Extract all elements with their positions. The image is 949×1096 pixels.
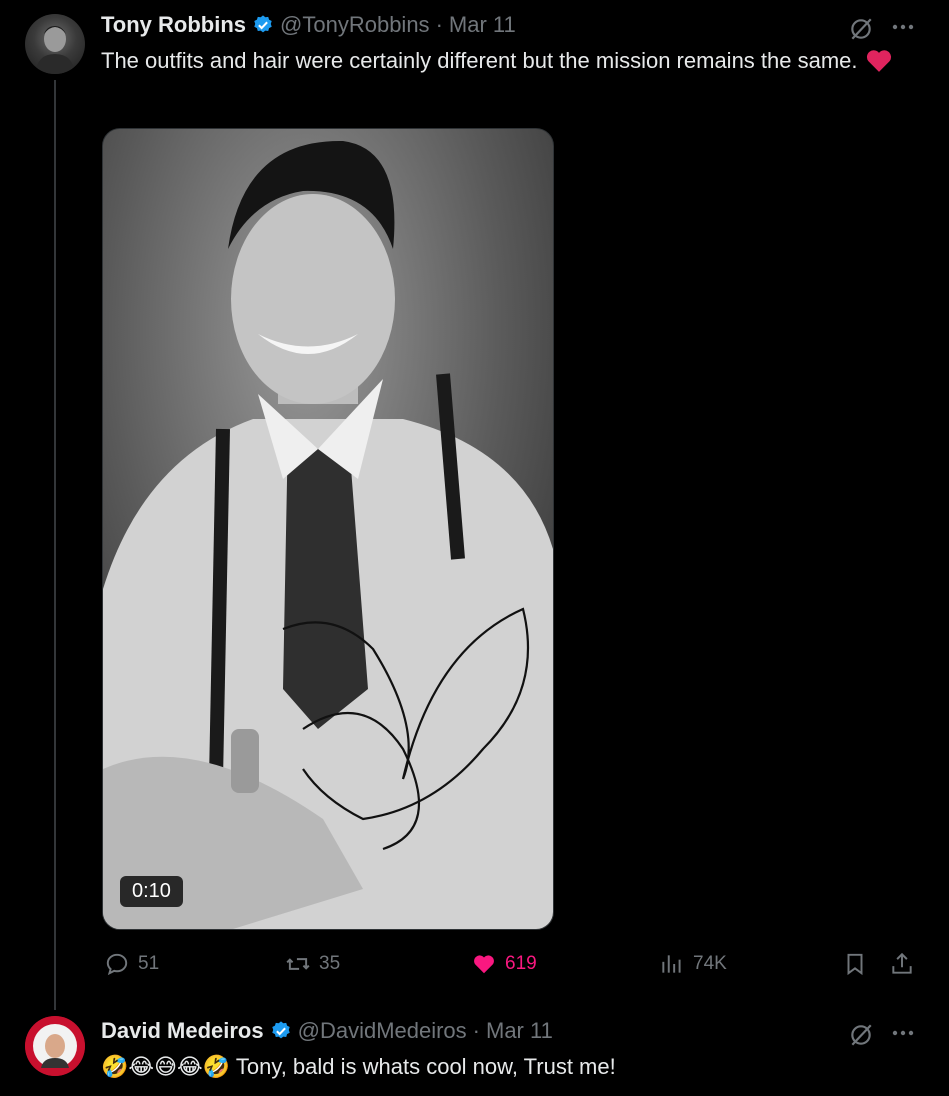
- reply-emojis: 🤣😂😅😂🤣: [101, 1054, 231, 1079]
- repost-button[interactable]: 35: [285, 951, 340, 977]
- grok-icon[interactable]: [848, 1022, 874, 1048]
- video-player[interactable]: [102, 128, 554, 930]
- reply-date[interactable]: Mar 11: [486, 1018, 553, 1044]
- tweet-date[interactable]: Mar 11: [449, 12, 516, 38]
- reply-author-handle[interactable]: @DavidMedeiros: [298, 1018, 467, 1044]
- like-button[interactable]: 619: [471, 951, 537, 977]
- reply-button[interactable]: 51: [104, 951, 159, 977]
- reply-icon: [106, 953, 128, 976]
- reply-header: David Medeiros @DavidMedeiros · Mar 11: [101, 1018, 553, 1044]
- bookmark-icon[interactable]: [842, 951, 868, 977]
- avatar-photo: [25, 1016, 85, 1076]
- reply-text: Tony, bald is whats cool now, Trust me!: [235, 1054, 616, 1079]
- thread-line: [54, 80, 56, 1010]
- avatar-photo: [35, 26, 75, 74]
- video-duration-badge: 0:10: [120, 876, 183, 907]
- verified-badge-icon: [254, 15, 272, 33]
- grok-icon[interactable]: [848, 16, 874, 42]
- more-icon[interactable]: [890, 1023, 916, 1043]
- author-avatar[interactable]: [25, 14, 85, 74]
- more-icon[interactable]: [890, 17, 916, 37]
- tweet-body: The outfits and hair were certainly diff…: [101, 45, 901, 77]
- views-icon: [662, 955, 681, 973]
- reply-author-avatar[interactable]: [25, 1016, 85, 1076]
- reply-count: 51: [138, 953, 160, 974]
- repost-icon: [286, 958, 310, 970]
- views-button[interactable]: 74K: [659, 951, 727, 977]
- share-icon[interactable]: [889, 951, 915, 977]
- reply-author-name[interactable]: David Medeiros: [101, 1018, 264, 1044]
- author-name[interactable]: Tony Robbins: [101, 12, 246, 38]
- reply-body: 🤣😂😅😂🤣 Tony, bald is whats cool now, Trus…: [101, 1051, 616, 1083]
- verified-badge-icon: [271, 1021, 290, 1039]
- author-handle[interactable]: @TonyRobbins: [280, 12, 430, 38]
- reply-header-separator: ·: [472, 1018, 480, 1043]
- video-thumbnail: [103, 129, 553, 929]
- tweet-text: The outfits and hair were certainly diff…: [101, 48, 858, 73]
- header-separator: ·: [435, 12, 443, 37]
- like-count: 619: [505, 953, 537, 974]
- red-heart-emoji-icon: [866, 50, 891, 72]
- views-count: 74K: [693, 953, 727, 974]
- heart-icon: [474, 955, 494, 974]
- tweet-header: Tony Robbins @TonyRobbins · Mar 11: [101, 12, 516, 38]
- repost-count: 35: [319, 953, 341, 974]
